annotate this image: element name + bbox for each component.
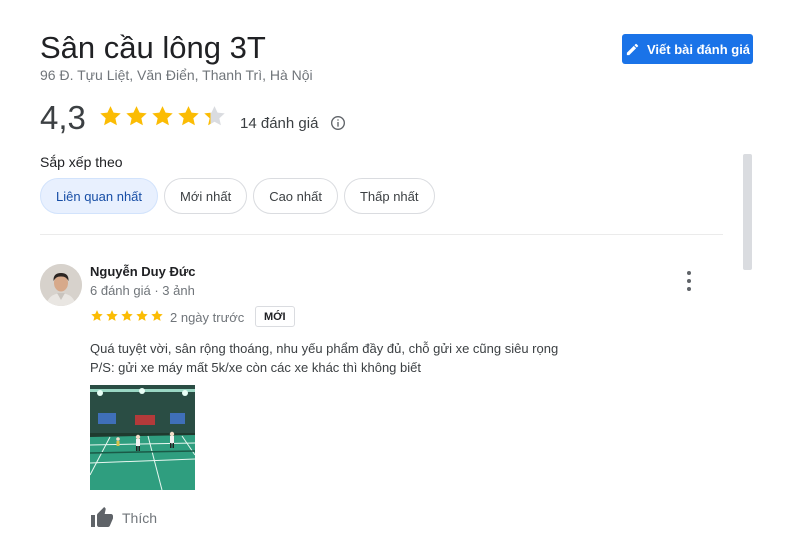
- sort-chip[interactable]: Thấp nhất: [343, 178, 435, 214]
- review-text: Quá tuyệt vời, sân rộng thoáng, nhu yếu …: [90, 339, 558, 377]
- divider: [40, 234, 723, 235]
- star-icon: [151, 310, 163, 321]
- scrollbar[interactable]: [743, 154, 752, 270]
- like-button[interactable]: Thích: [90, 506, 157, 530]
- more-vert-icon[interactable]: [680, 271, 698, 291]
- like-label: Thích: [122, 510, 158, 526]
- star-icon: [178, 106, 199, 126]
- star-icon: [106, 310, 118, 321]
- info-icon[interactable]: [330, 115, 346, 131]
- pencil-icon: [626, 43, 639, 55]
- write-review-button[interactable]: Viết bài đánh giá: [622, 34, 753, 64]
- reviewer-meta: 6 đánh giá · 3 ảnh: [90, 283, 195, 298]
- sort-chip[interactable]: Mới nhất: [164, 178, 248, 214]
- reviewer-name[interactable]: Nguyễn Duy Đức: [90, 264, 196, 279]
- place-address: 96 Đ. Tựu Liệt, Văn Điển, Thanh Trì, Hà …: [40, 67, 313, 83]
- place-title: Sân cầu lông 3T: [40, 30, 266, 65]
- sort-label: Sắp xếp theo: [40, 154, 123, 170]
- review-stars: [90, 309, 164, 323]
- review-text-line1: Quá tuyệt vời, sân rộng thoáng, nhu yếu …: [90, 341, 559, 356]
- star-icon: [121, 310, 133, 321]
- star-icon: [152, 106, 173, 126]
- rating-value: 4,3: [40, 99, 86, 136]
- sort-chips: Liên quan nhất Mới nhất Cao nhất Thấp nhất: [40, 178, 435, 214]
- review-photo[interactable]: [90, 385, 195, 490]
- review-date: 2 ngày trước: [170, 310, 245, 325]
- sort-chip[interactable]: Liên quan nhất: [40, 178, 159, 214]
- sort-chip[interactable]: Cao nhất: [253, 178, 338, 214]
- star-icon: [100, 106, 121, 126]
- star-icon: [126, 106, 147, 126]
- star-icon: [136, 310, 148, 321]
- avatar[interactable]: [40, 264, 82, 306]
- rating-stars: [98, 104, 227, 129]
- star-icon: [204, 106, 225, 126]
- write-review-label: Viết bài đánh giá: [646, 41, 751, 57]
- new-badge: MỚI: [255, 306, 295, 327]
- star-icon: [91, 310, 103, 321]
- review-count[interactable]: 14 đánh giá: [240, 115, 318, 132]
- review-text-line2: P/S: gửi xe máy mất 5k/xe còn các xe khá…: [90, 360, 421, 375]
- thumb-up-icon: [91, 507, 113, 527]
